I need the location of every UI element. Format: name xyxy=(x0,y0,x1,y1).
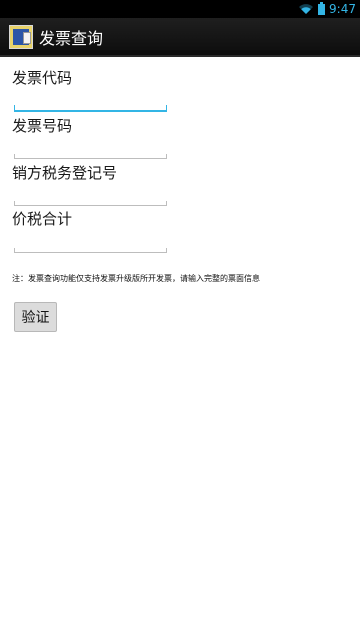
invoice-code-input[interactable] xyxy=(14,102,167,112)
action-bar: 发票查询 xyxy=(0,18,360,57)
invoice-number-input[interactable] xyxy=(14,150,167,159)
seller-tax-id-label: 销方税务登记号 xyxy=(12,164,118,182)
query-note: 注：发票查询功能仅支持发票升级版所开发票，请输入完整的票面信息 xyxy=(12,274,260,283)
verify-button[interactable]: 验证 xyxy=(14,302,57,332)
seller-tax-id-input[interactable] xyxy=(14,197,167,206)
app-logo-icon xyxy=(9,24,33,49)
total-amount-label: 价税合计 xyxy=(12,210,73,228)
status-bar: 9:47 xyxy=(0,0,360,18)
invoice-code-label: 发票代码 xyxy=(12,69,73,87)
status-time: 9:47 xyxy=(329,2,356,16)
invoice-number-label: 发票号码 xyxy=(12,117,73,135)
status-icons: 9:47 xyxy=(298,0,356,18)
app-title: 发票查询 xyxy=(39,28,104,48)
total-amount-input[interactable] xyxy=(14,244,167,253)
battery-icon xyxy=(318,0,326,19)
wifi-icon xyxy=(298,0,314,19)
